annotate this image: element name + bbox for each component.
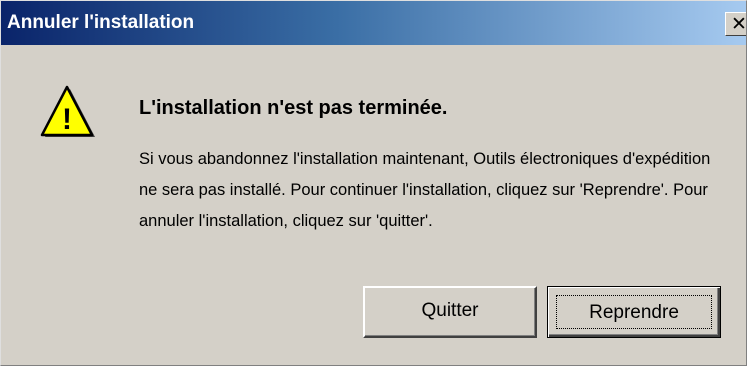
focus-ring: Reprendre — [556, 295, 712, 329]
warning-icon: ! — [40, 85, 95, 137]
cancel-installation-dialog: Annuler l'installation ✕ ! L'installatio… — [0, 0, 747, 366]
title-bar[interactable]: Annuler l'installation ✕ — [1, 1, 746, 45]
window-title: Annuler l'installation — [7, 12, 195, 33]
quit-button[interactable]: Quitter — [363, 286, 537, 338]
quit-button-label: Quitter — [421, 300, 479, 321]
resume-button-label: Reprendre — [589, 302, 679, 323]
dialog-heading: L'installation n'est pas terminée. — [139, 97, 448, 119]
close-button[interactable]: ✕ — [725, 12, 747, 36]
dialog-message: Si vous abandonnez l'installation mainte… — [139, 150, 711, 230]
warning-icon-glyph: ! — [62, 103, 72, 136]
resume-button[interactable]: Reprendre — [547, 286, 721, 338]
close-icon: ✕ — [731, 13, 747, 35]
